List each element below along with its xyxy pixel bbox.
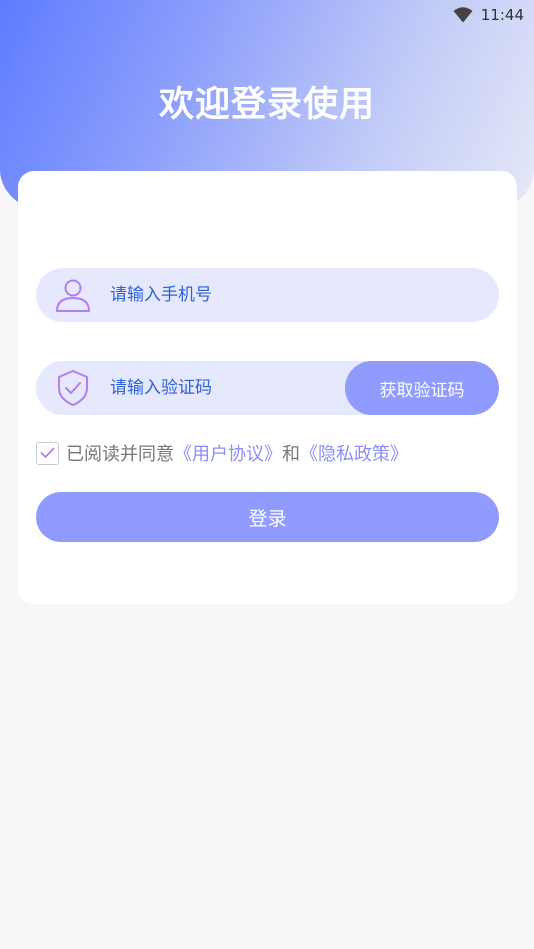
user-agreement-link[interactable]: 《用户协议》 [174,440,282,466]
verification-code-input[interactable] [110,361,340,415]
page-title: 欢迎登录使用 [158,85,375,125]
privacy-policy-link[interactable]: 《隐私政策》 [300,440,408,466]
agreement-row: 已阅读并同意 《用户协议》 和 《隐私政策》 [36,439,408,467]
status-time: 11:44 [480,6,524,24]
code-field: 获取验证码 [36,361,499,415]
phone-field [36,268,499,322]
agreement-text: 已阅读并同意 [66,444,174,465]
checkmark-icon [40,447,55,458]
user-icon [54,276,92,314]
agreement-conjunction: 和 [282,444,300,465]
wifi-icon [453,7,473,23]
login-button[interactable]: 登录 [36,492,499,542]
login-card: 获取验证码 已阅读并同意 《用户协议》 和 《隐私政策》 登录 [18,171,517,604]
agreement-checkbox[interactable] [36,441,59,465]
get-code-button[interactable]: 获取验证码 [345,361,499,415]
shield-check-icon [54,369,92,407]
phone-input[interactable] [110,268,480,322]
status-bar: 11:44 [453,4,524,26]
